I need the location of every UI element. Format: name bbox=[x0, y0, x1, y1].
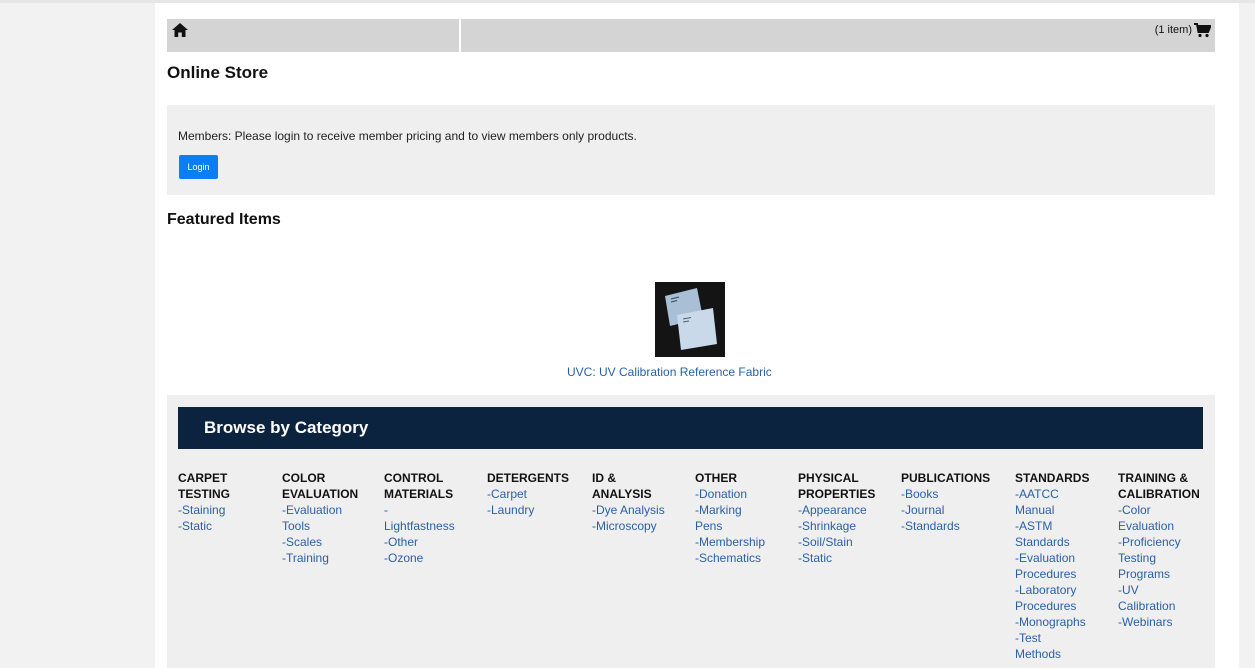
category-link[interactable]: -Laundry bbox=[487, 502, 569, 518]
browse-title: Browse by Category bbox=[204, 418, 369, 437]
heading-line[interactable]: PHYSICAL bbox=[798, 470, 875, 486]
category-color-evaluation: COLOR EVALUATION -Evaluation Tools -Scal… bbox=[282, 470, 358, 566]
category-heading[interactable]: ID & ANALYSIS bbox=[592, 470, 665, 502]
heading-line[interactable]: EVALUATION bbox=[282, 486, 358, 502]
heading-line[interactable]: TRAINING & bbox=[1118, 470, 1200, 486]
login-button[interactable]: Login bbox=[179, 155, 218, 179]
category-link[interactable]: -Test bbox=[1015, 630, 1089, 646]
category-heading[interactable]: CARPET TESTING bbox=[178, 470, 230, 502]
category-carpet-testing: CARPET TESTING -Staining -Static bbox=[178, 470, 230, 534]
category-link[interactable]: -Membership bbox=[695, 534, 765, 550]
browse-by-category: Browse by Category CARPET TESTING -Stain… bbox=[167, 395, 1215, 668]
category-link[interactable]: -Donation bbox=[695, 486, 765, 502]
heading-line[interactable]: OTHER bbox=[695, 470, 765, 486]
heading-line[interactable]: TESTING bbox=[178, 486, 230, 502]
heading-line[interactable]: CONTROL bbox=[384, 470, 455, 486]
category-heading[interactable]: CONTROL MATERIALS bbox=[384, 470, 455, 502]
page-title: Online Store bbox=[167, 63, 269, 82]
featured-product-image[interactable] bbox=[655, 282, 725, 357]
category-heading[interactable]: OTHER bbox=[695, 470, 765, 486]
cart-link[interactable]: (1 item) bbox=[1155, 22, 1211, 38]
featured-items-title: Featured Items bbox=[167, 211, 281, 228]
heading-line[interactable]: ID & bbox=[592, 470, 665, 486]
category-heading[interactable]: STANDARDS bbox=[1015, 470, 1089, 486]
category-link[interactable]: -Marking bbox=[695, 502, 765, 518]
category-link[interactable]: -Static bbox=[798, 550, 875, 566]
topbar-divider bbox=[459, 19, 461, 52]
category-link[interactable]: -Staining bbox=[178, 502, 230, 518]
category-publications: PUBLICATIONS -Books -Journal -Standards bbox=[901, 470, 990, 534]
category-link[interactable]: -Soil/Stain bbox=[798, 534, 875, 550]
heading-line[interactable]: ANALYSIS bbox=[592, 486, 665, 502]
category-heading[interactable]: PHYSICAL PROPERTIES bbox=[798, 470, 875, 502]
category-link[interactable]: -Webinars bbox=[1118, 614, 1200, 630]
category-link[interactable]: -Shrinkage bbox=[798, 518, 875, 534]
category-training-calibration: TRAINING & CALIBRATION -Color Evaluation… bbox=[1118, 470, 1200, 630]
category-link[interactable]: -Microscopy bbox=[592, 518, 665, 534]
category-link[interactable]: -Dye Analysis bbox=[592, 502, 665, 518]
category-link[interactable]: Procedures bbox=[1015, 566, 1089, 582]
heading-line[interactable]: CALIBRATION bbox=[1118, 486, 1200, 502]
category-link[interactable]: -AATCC bbox=[1015, 486, 1089, 502]
category-link[interactable]: -ASTM bbox=[1015, 518, 1089, 534]
category-link[interactable]: Methods bbox=[1015, 646, 1089, 662]
category-link[interactable]: Tools bbox=[282, 518, 358, 534]
featured-product-link[interactable]: UVC: UV Calibration Reference Fabric bbox=[567, 365, 772, 379]
category-link[interactable]: Calibration bbox=[1118, 598, 1200, 614]
category-link[interactable]: -Schematics bbox=[695, 550, 765, 566]
category-link[interactable]: Procedures bbox=[1015, 598, 1089, 614]
category-link[interactable]: -Journal bbox=[901, 502, 990, 518]
category-physical-properties: PHYSICAL PROPERTIES -Appearance -Shrinka… bbox=[798, 470, 875, 566]
category-link[interactable]: -Carpet bbox=[487, 486, 569, 502]
category-heading[interactable]: PUBLICATIONS bbox=[901, 470, 990, 486]
category-link[interactable]: Standards bbox=[1015, 534, 1089, 550]
heading-line[interactable]: CARPET bbox=[178, 470, 230, 486]
heading-line[interactable]: STANDARDS bbox=[1015, 470, 1089, 486]
category-link[interactable]: -Books bbox=[901, 486, 990, 502]
heading-line[interactable]: PUBLICATIONS bbox=[901, 470, 990, 486]
category-link[interactable]: -Proficiency bbox=[1118, 534, 1200, 550]
category-link[interactable]: -Evaluation bbox=[1015, 550, 1089, 566]
category-link[interactable]: -Scales bbox=[282, 534, 358, 550]
category-link[interactable]: - bbox=[384, 502, 455, 518]
shopping-cart-icon[interactable] bbox=[1194, 22, 1211, 38]
category-heading[interactable]: DETERGENTS bbox=[487, 470, 569, 486]
heading-line[interactable]: MATERIALS bbox=[384, 486, 455, 502]
category-link[interactable]: -Laboratory bbox=[1015, 582, 1089, 598]
heading-line[interactable]: PROPERTIES bbox=[798, 486, 875, 502]
member-notice: Members: Please login to receive member … bbox=[167, 105, 1215, 195]
category-link[interactable]: -Monographs bbox=[1015, 614, 1089, 630]
store-topbar: (1 item) bbox=[167, 19, 1215, 52]
category-link[interactable]: -Training bbox=[282, 550, 358, 566]
browse-header: Browse by Category bbox=[178, 407, 1203, 449]
category-link[interactable]: Programs bbox=[1118, 566, 1200, 582]
heading-line[interactable]: DETERGENTS bbox=[487, 470, 569, 486]
member-notice-text: Members: Please login to receive member … bbox=[178, 129, 637, 143]
category-link[interactable]: Lightfastness bbox=[384, 518, 455, 534]
category-other: OTHER -Donation -Marking Pens -Membershi… bbox=[695, 470, 765, 566]
category-id-analysis: ID & ANALYSIS -Dye Analysis -Microscopy bbox=[592, 470, 665, 534]
category-link[interactable]: Evaluation bbox=[1118, 518, 1200, 534]
category-link[interactable]: Manual bbox=[1015, 502, 1089, 518]
category-link[interactable]: -Color bbox=[1118, 502, 1200, 518]
category-link[interactable]: -Static bbox=[178, 518, 230, 534]
category-link[interactable]: Pens bbox=[695, 518, 765, 534]
category-standards: STANDARDS -AATCC Manual -ASTM Standards … bbox=[1015, 470, 1089, 662]
category-link[interactable]: -Evaluation bbox=[282, 502, 358, 518]
category-control-materials: CONTROL MATERIALS - Lightfastness -Other… bbox=[384, 470, 455, 566]
category-heading[interactable]: TRAINING & CALIBRATION bbox=[1118, 470, 1200, 502]
category-detergents: DETERGENTS -Carpet -Laundry bbox=[487, 470, 569, 518]
category-link[interactable]: -Appearance bbox=[798, 502, 875, 518]
cart-count[interactable]: (1 item) bbox=[1155, 24, 1192, 36]
category-link[interactable]: -Other bbox=[384, 534, 455, 550]
store-page: (1 item) Online Store Members: Please lo… bbox=[155, 3, 1239, 668]
category-link[interactable]: -UV bbox=[1118, 582, 1200, 598]
category-link[interactable]: Testing bbox=[1118, 550, 1200, 566]
category-link[interactable]: -Ozone bbox=[384, 550, 455, 566]
home-icon[interactable] bbox=[172, 23, 188, 37]
category-link[interactable]: -Standards bbox=[901, 518, 990, 534]
category-heading[interactable]: COLOR EVALUATION bbox=[282, 470, 358, 502]
heading-line[interactable]: COLOR bbox=[282, 470, 358, 486]
